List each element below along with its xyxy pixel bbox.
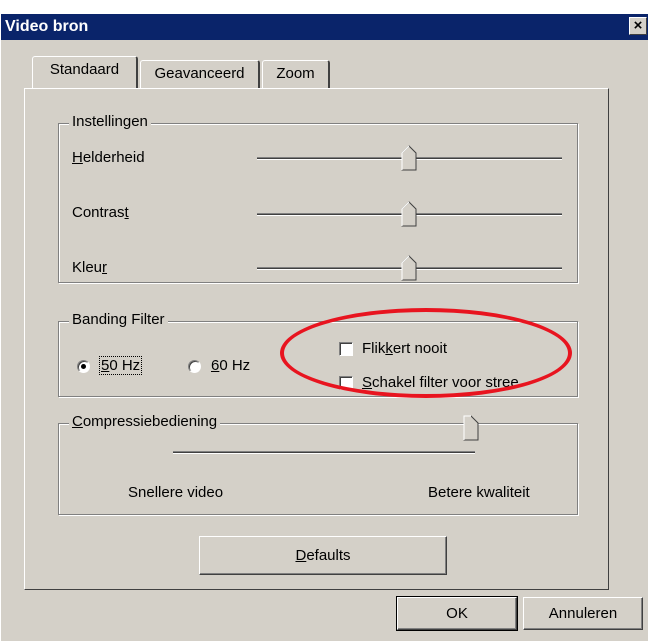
tab-label: Zoom: [276, 65, 315, 82]
title-bar[interactable]: Video bron ×: [1, 14, 648, 40]
helderheid-slider-thumb[interactable]: [401, 145, 417, 171]
kleur-slider-thumb[interactable]: [401, 255, 417, 281]
ok-button-label: OK: [446, 605, 468, 622]
schakel-filter-label[interactable]: Schakel filter voor stree: [362, 374, 537, 391]
snellere-video-label: Snellere video: [128, 484, 224, 501]
schakel-filter-checkbox[interactable]: [339, 376, 353, 390]
tab-standaard[interactable]: Standaard: [32, 56, 138, 88]
radio-50hz-label[interactable]: 50 Hz: [98, 356, 143, 375]
tab-zoom[interactable]: Zoom: [262, 60, 330, 88]
ok-button[interactable]: OK: [396, 596, 518, 631]
close-button[interactable]: ×: [629, 17, 647, 35]
radio-50hz[interactable]: [77, 360, 90, 373]
helderheid-label: Helderheid: [72, 149, 145, 166]
instellingen-legend: Instellingen: [69, 113, 151, 130]
instellingen-group: Instellingen: [58, 113, 578, 283]
radio-60hz-label[interactable]: 60 Hz: [211, 357, 250, 374]
annuleren-button[interactable]: Annuleren: [523, 597, 643, 630]
betere-kwaliteit-label: Betere kwaliteit: [428, 484, 530, 501]
banding-filter-legend: Banding Filter: [69, 311, 168, 328]
radio-dot: [81, 364, 86, 369]
compressie-slider-track[interactable]: [173, 451, 475, 454]
window-title: Video bron: [5, 18, 89, 35]
compressie-group: Compressiebediening: [58, 413, 578, 515]
compressie-legend: Compressiebediening: [69, 413, 221, 430]
contrast-slider-thumb[interactable]: [401, 201, 417, 227]
radio-60hz[interactable]: [188, 360, 201, 373]
contrast-label: Contrast: [72, 204, 129, 221]
tab-panel-standaard: Instellingen Helderheid Contrast Kleur B: [24, 88, 609, 590]
flikkert-nooit-label[interactable]: Flikkert nooit: [362, 340, 447, 357]
tab-geavanceerd[interactable]: Geavanceerd: [140, 60, 260, 88]
kleur-label: Kleur: [72, 259, 108, 276]
flikkert-nooit-checkbox[interactable]: [339, 342, 353, 356]
defaults-button[interactable]: Defaults: [199, 536, 447, 575]
close-icon: ×: [633, 17, 643, 34]
tab-label: Geavanceerd: [154, 65, 245, 82]
tab-label: Standaard: [49, 61, 120, 78]
annuleren-button-label: Annuleren: [548, 605, 618, 622]
compressie-slider-thumb[interactable]: [463, 415, 479, 441]
dialog-window: Video bron × Standaard Geavanceerd Zoom …: [0, 14, 648, 641]
